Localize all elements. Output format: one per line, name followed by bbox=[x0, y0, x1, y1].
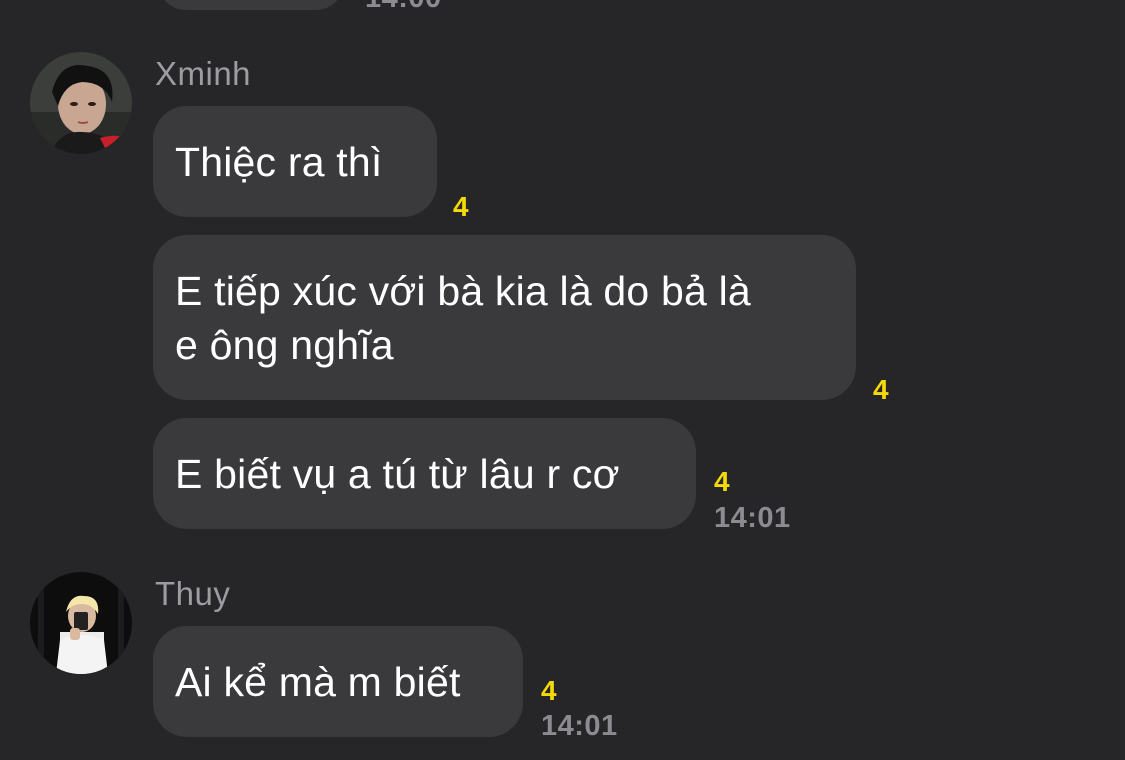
message-text: Ai kể mà m biết bbox=[175, 658, 461, 705]
avatar-xminh[interactable] bbox=[30, 52, 132, 154]
previous-message-bubble[interactable] bbox=[158, 0, 344, 10]
message-time: 14:01 bbox=[541, 710, 618, 742]
message-bubble[interactable]: Ai kể mà m biết bbox=[153, 626, 523, 737]
message-bubble[interactable]: Thiệc ra thì bbox=[153, 106, 437, 217]
avatar-thuy[interactable] bbox=[30, 572, 132, 674]
sender-name-thuy: Thuy bbox=[155, 575, 231, 612]
read-count-badge: 4 bbox=[873, 374, 889, 405]
avatar-xminh-image bbox=[30, 52, 132, 154]
previous-message-time: 14:00 bbox=[365, 0, 442, 15]
sender-name-xminh: Xminh bbox=[155, 55, 252, 92]
avatar-thuy-image bbox=[30, 572, 132, 674]
message-bubble[interactable]: E biết vụ a tú từ lâu r cơ bbox=[153, 418, 696, 529]
message-text-line-1: E tiếp xúc với bà kia là do bả là bbox=[175, 267, 751, 314]
message-text: E biết vụ a tú từ lâu r cơ bbox=[175, 450, 620, 497]
message-bubble[interactable]: E tiếp xúc với bà kia là do bả là e ông … bbox=[153, 235, 856, 400]
read-count-badge: 4 bbox=[453, 191, 469, 222]
message-text-line-2: e ông nghĩa bbox=[175, 321, 394, 368]
message-time: 14:01 bbox=[714, 502, 791, 534]
read-count-badge: 4 bbox=[714, 466, 730, 497]
message-text: Thiệc ra thì bbox=[175, 138, 383, 185]
read-count-badge: 4 bbox=[541, 675, 557, 706]
